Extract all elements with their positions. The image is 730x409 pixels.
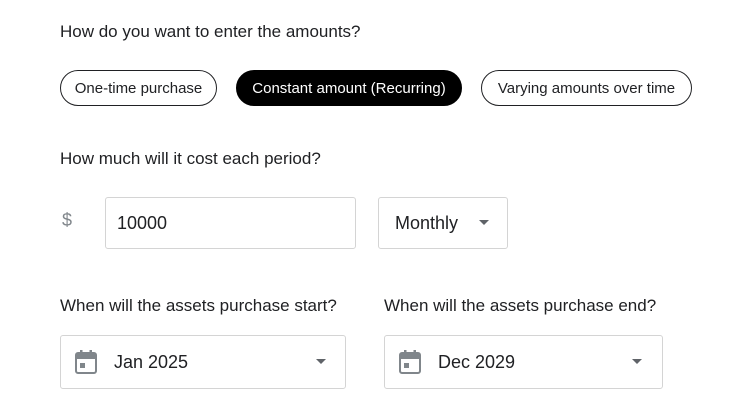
chevron-down-icon xyxy=(316,359,326,364)
end-date-value: Dec 2029 xyxy=(438,352,516,372)
chevron-down-icon xyxy=(632,359,642,364)
end-question: When will the assets purchase end? xyxy=(384,296,657,315)
period-selected: Monthly xyxy=(395,212,459,233)
cost-per-period-question: How much will it cost each period? xyxy=(60,149,321,168)
currency-symbol: $ xyxy=(62,210,73,230)
end-date-picker[interactable]: Dec 2029 xyxy=(384,335,663,389)
constant-amount-option[interactable]: Constant amount (Recurring) xyxy=(236,70,462,106)
chevron-down-icon xyxy=(479,220,489,225)
period-select[interactable]: Monthly xyxy=(378,197,508,249)
amount-value: 10000 xyxy=(117,212,168,233)
start-date-value: Jan 2025 xyxy=(114,352,189,372)
amount-input[interactable]: 10000 xyxy=(105,197,356,249)
varying-amounts-option[interactable]: Varying amounts over time xyxy=(481,70,692,106)
start-question: When will the assets purchase start? xyxy=(60,296,337,315)
entry-method-question: How do you want to enter the amounts? xyxy=(60,22,361,41)
one-time-purchase-option[interactable]: One-time purchase xyxy=(60,70,217,106)
calendar-icon xyxy=(75,350,97,374)
start-date-picker[interactable]: Jan 2025 xyxy=(60,335,346,389)
calendar-icon xyxy=(399,350,421,374)
